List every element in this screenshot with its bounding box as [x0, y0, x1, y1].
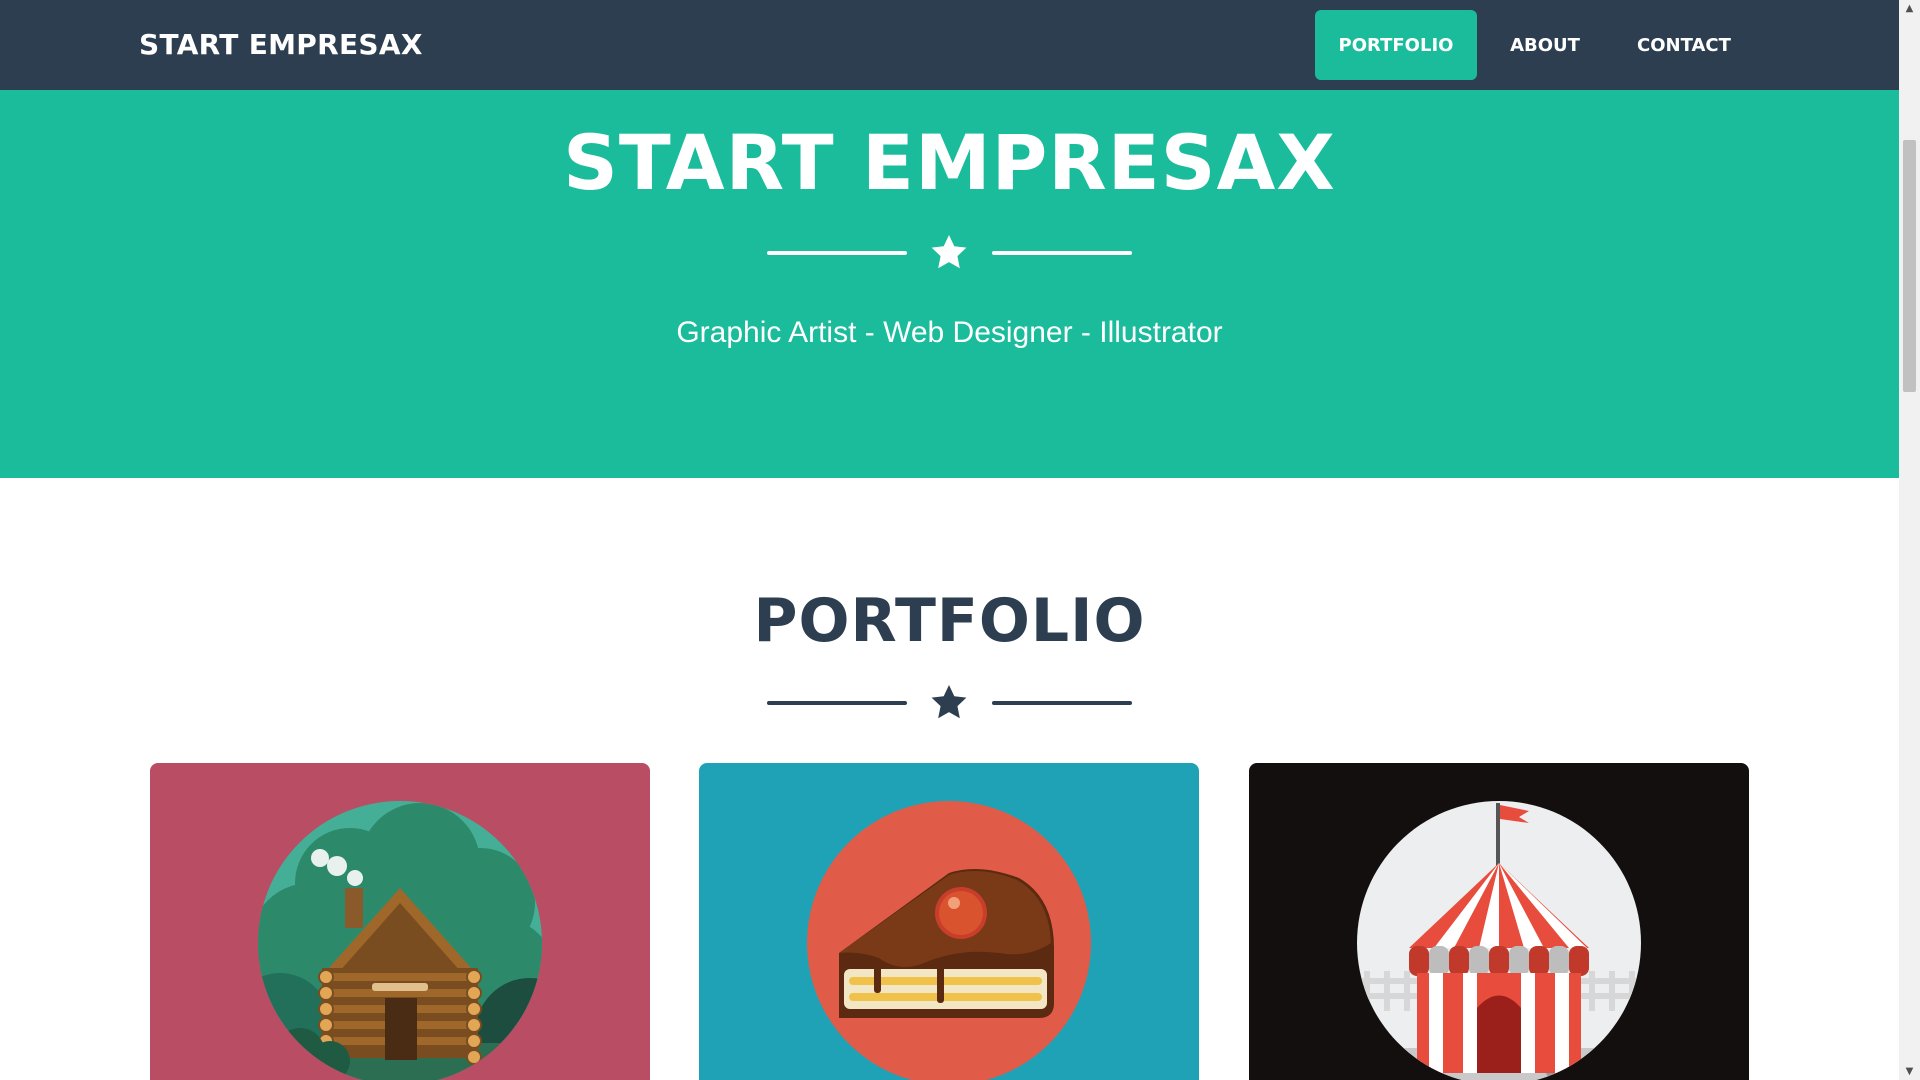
scroll-up-icon[interactable]: ▲ [1899, 0, 1920, 17]
portfolio-item-cake[interactable] [699, 763, 1199, 1080]
hero-section: START EMPRESAX Graphic Artist - Web Desi… [0, 90, 1899, 478]
cake-icon [807, 801, 1091, 1080]
nav-contact[interactable]: CONTACT [1619, 10, 1749, 80]
hero-title: START EMPRESAX [563, 118, 1336, 207]
nav-portfolio[interactable]: PORTFOLIO [1315, 10, 1477, 80]
portfolio-item-circus[interactable] [1249, 763, 1749, 1080]
navbar: START EMPRESAX PORTFOLIO ABOUT CONTACT [0, 0, 1899, 90]
scroll-down-icon[interactable]: ▼ [1899, 1063, 1920, 1080]
hero-divider [0, 231, 1899, 275]
nav-about[interactable]: ABOUT [1495, 10, 1595, 80]
divider-line-right [992, 701, 1132, 705]
divider-line-right [992, 251, 1132, 255]
cabin-icon [258, 801, 542, 1080]
hero-subtitle: Graphic Artist - Web Designer - Illustra… [676, 316, 1223, 349]
star-icon [931, 235, 967, 269]
scroll-thumb[interactable] [1903, 140, 1916, 392]
brand-link[interactable]: START EMPRESAX [139, 28, 423, 61]
portfolio-item-cabin[interactable] [150, 763, 650, 1080]
divider-line-left [767, 701, 907, 705]
page-scrollbar[interactable]: ▲ ▼ [1899, 0, 1920, 1080]
portfolio-title: PORTFOLIO [753, 586, 1146, 656]
divider-line-left [767, 251, 907, 255]
circus-tent-icon [1357, 801, 1641, 1080]
portfolio-divider [0, 681, 1899, 725]
star-icon [931, 685, 967, 719]
